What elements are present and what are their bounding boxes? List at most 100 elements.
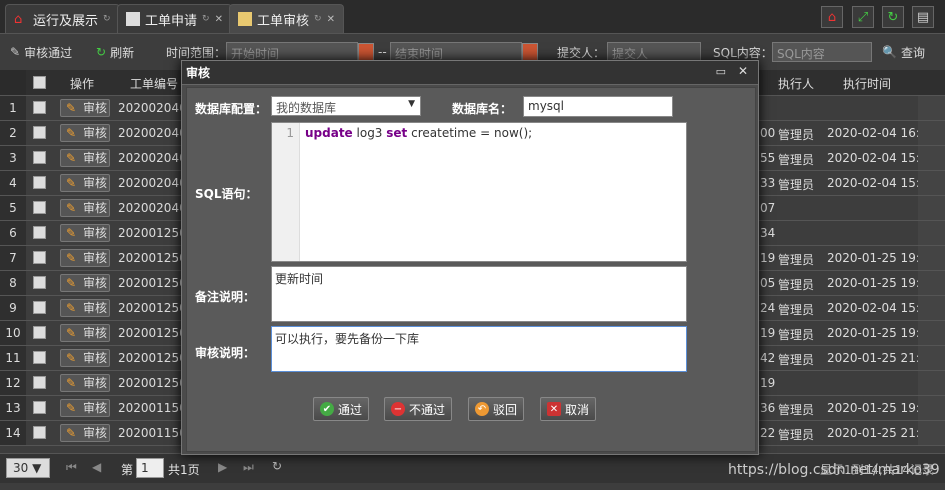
select-all-checkbox[interactable]	[33, 76, 46, 89]
row-checkbox[interactable]	[33, 401, 46, 414]
row-checkbox[interactable]	[33, 101, 46, 114]
row-checkbox[interactable]	[33, 301, 46, 314]
audit-button[interactable]: 审核	[60, 324, 110, 342]
executor-cell: 管理员	[778, 353, 815, 367]
remark-textarea[interactable]: 更新时间	[271, 266, 687, 322]
audit-pass-button[interactable]: ✎ 审核通过	[10, 44, 72, 61]
db-config-select[interactable]: 我的数据库 ▼	[271, 96, 421, 116]
start-time-input[interactable]: 开始时间	[226, 42, 358, 62]
submitter-input[interactable]: 提交人	[607, 42, 701, 62]
audit-button[interactable]: 审核	[60, 424, 110, 442]
pass-button[interactable]: ✔ 通过	[313, 397, 370, 421]
refresh-icon[interactable]: ↻	[314, 14, 322, 24]
exec-time-cell: 2020-01-25 21:3	[827, 426, 928, 440]
audit-button[interactable]: 审核	[60, 399, 110, 417]
calendar-icon[interactable]	[522, 43, 538, 61]
row-checkbox[interactable]	[33, 426, 46, 439]
header-op: 操作	[70, 77, 95, 91]
audit-dialog: 审核 ▭ ✕ 数据库配置： 我的数据库 ▼ 数据库名： mysql SQL语句： …	[181, 60, 759, 455]
row-checkbox[interactable]	[33, 376, 46, 389]
fullscreen-icon[interactable]: ⤢	[852, 6, 874, 28]
row-checkbox[interactable]	[33, 276, 46, 289]
cell-fragment: 05	[760, 276, 776, 290]
executor-cell: 管理员	[778, 178, 815, 192]
row-checkbox[interactable]	[33, 326, 46, 339]
row-checkbox[interactable]	[33, 151, 46, 164]
sql-editor[interactable]: 1 update log3 set createtime = now();	[271, 122, 687, 262]
audit-button[interactable]: 审核	[60, 349, 110, 367]
audit-button[interactable]: 审核	[60, 249, 110, 267]
ticket-number: 202001250	[118, 326, 187, 340]
row-checkbox[interactable]	[33, 126, 46, 139]
close-icon[interactable]: ✕	[738, 64, 748, 78]
cancel-button[interactable]: ✕ 取消	[540, 397, 597, 421]
query-button[interactable]: 🔍 查询	[882, 44, 925, 61]
row-checkbox[interactable]	[33, 226, 46, 239]
ticket-number: 202002040	[118, 101, 187, 115]
home-icon[interactable]: ⌂	[821, 6, 843, 28]
tab-run-display[interactable]: ⌂ 运行及展示 ↻	[5, 4, 120, 33]
dropdown-arrow-icon: ▼	[408, 99, 415, 109]
last-page-icon[interactable]: ⏭	[243, 460, 254, 475]
audit-button[interactable]: 审核	[60, 124, 110, 142]
reload-icon[interactable]: ↻	[272, 459, 282, 473]
refresh-icon[interactable]: ↻	[202, 14, 210, 24]
row-number: 6	[0, 221, 26, 245]
refresh-icon[interactable]: ↻	[103, 14, 111, 24]
audit-note-textarea[interactable]: 可以执行，要先备份一下库	[271, 326, 687, 372]
cancel-label: 取消	[565, 402, 590, 417]
page-input[interactable]: 1	[136, 458, 164, 478]
row-checkbox[interactable]	[33, 176, 46, 189]
tab-list-icon[interactable]: ▤	[912, 6, 934, 28]
close-icon: ✕	[547, 402, 561, 416]
page-size-select[interactable]: 30 ▼	[6, 458, 50, 478]
audit-button[interactable]: 审核	[60, 174, 110, 192]
db-name-label: 数据库名：	[452, 102, 513, 116]
audit-button[interactable]: 审核	[60, 374, 110, 392]
end-time-input[interactable]: 结束时间	[390, 42, 522, 62]
refresh-icon: ↻	[96, 45, 107, 59]
next-page-icon[interactable]: ▶	[218, 460, 227, 474]
maximize-icon[interactable]: ▭	[716, 65, 726, 78]
exec-time-cell: 2020-01-25 19:0	[827, 401, 928, 415]
db-name-input[interactable]: mysql	[523, 96, 673, 117]
tab-ticket-apply[interactable]: 工单申请 ↻ ✕	[117, 4, 232, 33]
query-label: 查询	[900, 45, 925, 60]
calendar-icon[interactable]	[358, 43, 374, 61]
cell-fragment: 33	[760, 176, 776, 190]
tab-ticket-audit[interactable]: 工单审核 ↻ ✕	[229, 4, 344, 33]
close-icon[interactable]: ✕	[327, 14, 335, 25]
ticket-number: 202001250	[118, 351, 187, 365]
executor-cell: 管理员	[778, 303, 815, 317]
refresh-icon[interactable]: ↻	[882, 6, 904, 28]
audit-button[interactable]: 审核	[60, 299, 110, 317]
return-label: 驳回	[493, 402, 518, 417]
refresh-label: 刷新	[110, 45, 135, 60]
ticket-number: 202001150	[118, 426, 187, 440]
sql-content-input[interactable]: SQL内容	[772, 42, 872, 62]
cell-fragment: 55	[760, 151, 776, 165]
cell-fragment: 42	[760, 351, 776, 365]
row-number: 2	[0, 121, 26, 145]
row-number: 13	[0, 396, 26, 420]
first-page-icon[interactable]: ⏮	[66, 460, 77, 475]
executor-cell: 管理员	[778, 253, 815, 267]
reject-button[interactable]: − 不通过	[384, 397, 453, 421]
row-checkbox[interactable]	[33, 251, 46, 264]
audit-button[interactable]: 审核	[60, 274, 110, 292]
row-checkbox[interactable]	[33, 201, 46, 214]
executor-cell: 管理员	[778, 403, 815, 417]
audit-button[interactable]: 审核	[60, 99, 110, 117]
range-separator: --	[378, 45, 387, 59]
prev-page-icon[interactable]: ◀	[92, 460, 101, 474]
row-number: 12	[0, 371, 26, 395]
row-checkbox[interactable]	[33, 351, 46, 364]
audit-button[interactable]: 审核	[60, 199, 110, 217]
audit-button[interactable]: 审核	[60, 224, 110, 242]
audit-button[interactable]: 审核	[60, 149, 110, 167]
ticket-number: 202001250	[118, 251, 187, 265]
ticket-number: 202001250	[118, 301, 187, 315]
close-icon[interactable]: ✕	[215, 14, 223, 25]
refresh-button[interactable]: ↻ 刷新	[96, 44, 134, 61]
return-button[interactable]: ↶ 驳回	[468, 397, 525, 421]
